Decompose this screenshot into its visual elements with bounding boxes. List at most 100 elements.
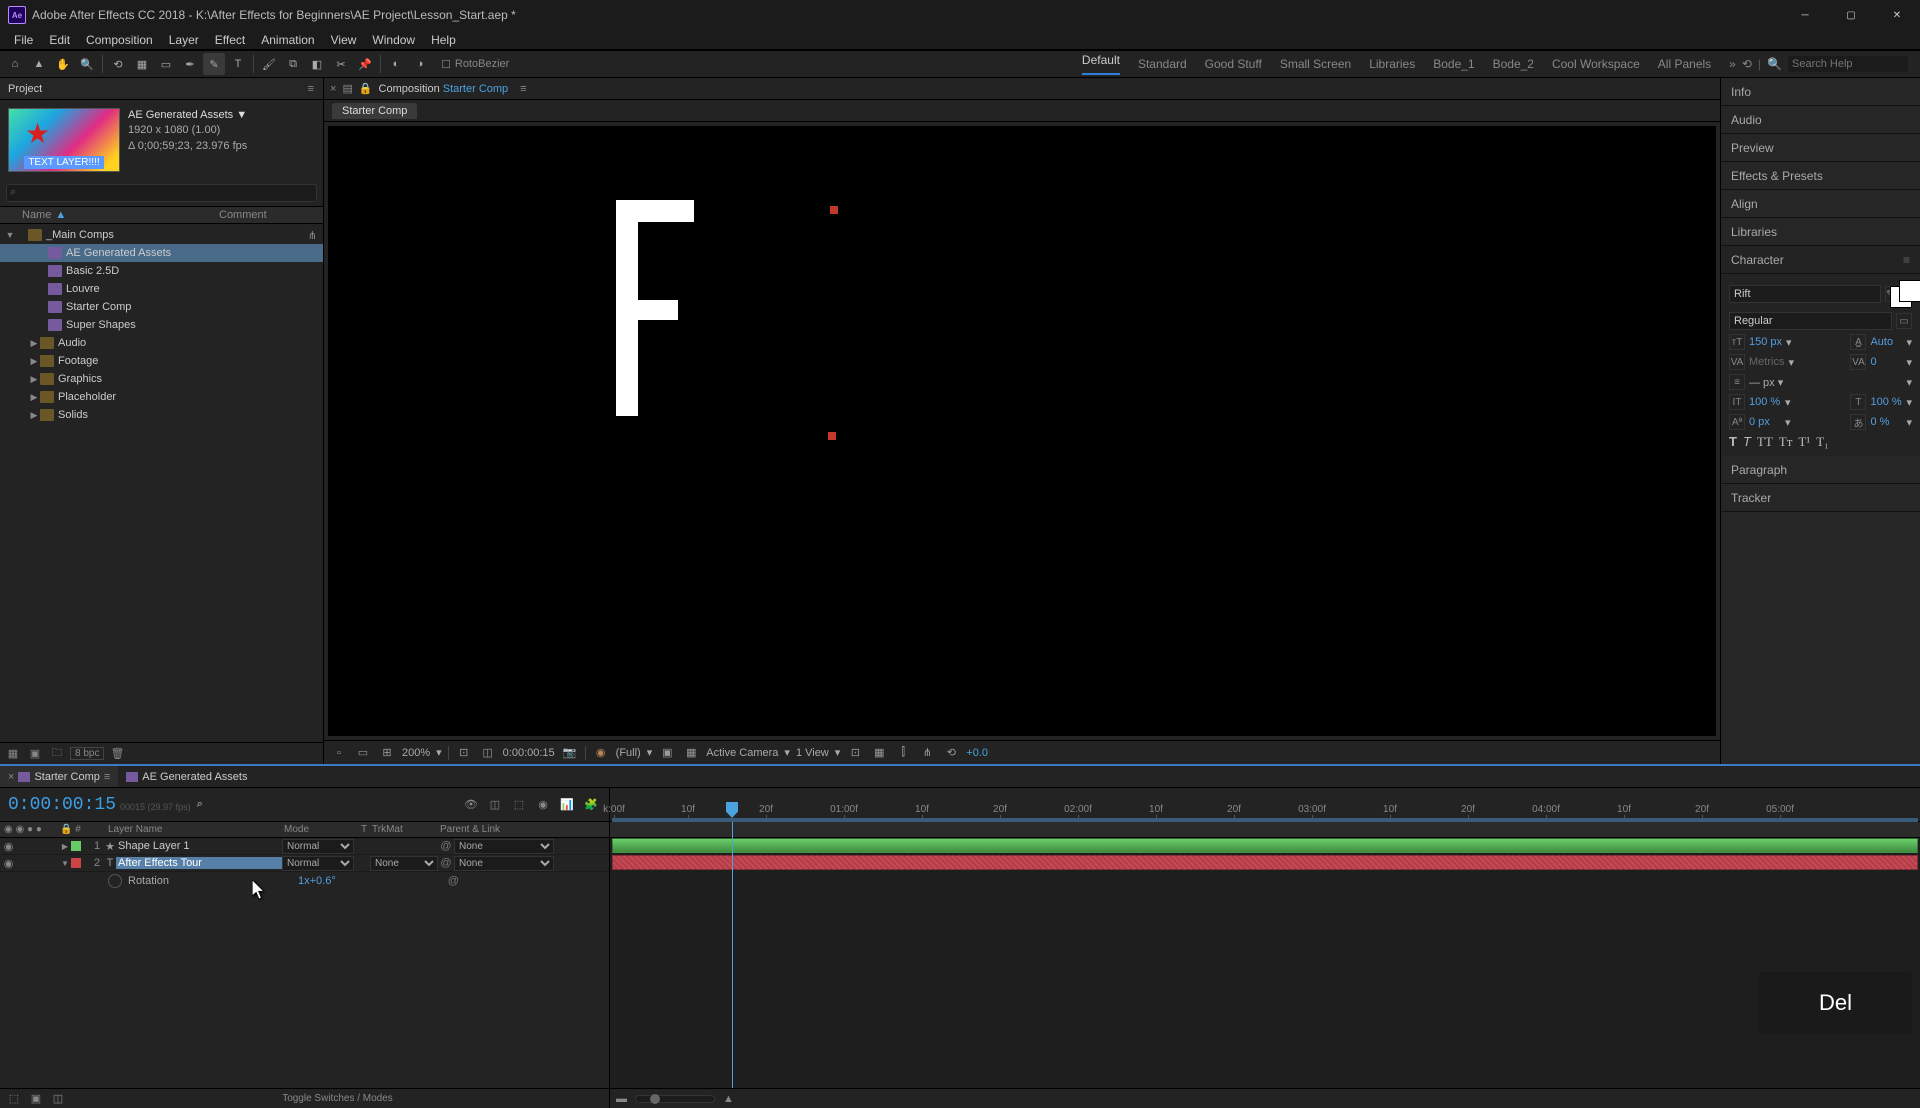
twirl-icon[interactable]: ▶ <box>60 842 70 851</box>
workspace-standard[interactable]: Standard <box>1138 57 1187 71</box>
panel-info[interactable]: Info <box>1721 78 1920 106</box>
menu-composition[interactable]: Composition <box>78 31 161 49</box>
font-style-input[interactable] <box>1729 312 1892 330</box>
shape-handle[interactable] <box>830 206 838 214</box>
modes-icon[interactable]: ◫ <box>50 1092 66 1106</box>
stopwatch-icon[interactable] <box>108 874 122 888</box>
roto-tool-icon[interactable]: ✂ <box>330 53 352 75</box>
brain-icon[interactable]: 🧩 <box>581 795 601 815</box>
panel-paragraph[interactable]: Paragraph <box>1721 456 1920 484</box>
flowchart-icon[interactable]: ⋔ <box>918 744 936 762</box>
shy-icon[interactable]: 👁 <box>461 795 481 815</box>
pickwhip-icon[interactable]: @ <box>438 857 454 869</box>
hscale-value[interactable]: 100 % <box>1870 396 1902 408</box>
chevron-down-icon[interactable]: ▾ <box>784 746 790 759</box>
smallcaps-button[interactable]: Tᴛ <box>1779 434 1793 450</box>
timeline-tab-starter[interactable]: × Starter Comp ≡ <box>0 766 118 787</box>
layer-name[interactable]: After Effects Tour <box>116 857 282 869</box>
twirl-icon[interactable]: ▼ <box>60 859 70 868</box>
comp-louvre[interactable]: Louvre <box>0 280 323 298</box>
resolution-icon[interactable]: ▭ <box>354 744 372 762</box>
puppet-tool-icon[interactable]: 📌 <box>354 53 376 75</box>
folder-graphics[interactable]: ▶Graphics <box>0 370 323 388</box>
delete-icon[interactable]: 🗑 <box>108 746 126 762</box>
folder-main-comps[interactable]: ▼ _Main Comps ⋔ <box>0 226 323 244</box>
header-parent[interactable]: Parent & Link <box>440 824 560 835</box>
layer-bar-1[interactable] <box>612 838 1918 853</box>
comp-supershapes[interactable]: Super Shapes <box>0 316 323 334</box>
panel-align[interactable]: Align <box>1721 190 1920 218</box>
mode-select[interactable]: Normal <box>282 839 354 854</box>
workspace-bode2[interactable]: Bode_2 <box>1493 57 1534 71</box>
menu-file[interactable]: File <box>6 31 41 49</box>
pan-behind-tool-icon[interactable]: ▦ <box>131 53 153 75</box>
composition-viewer[interactable] <box>328 126 1716 736</box>
zoom-value[interactable]: 200% <box>402 747 430 759</box>
menu-window[interactable]: Window <box>364 31 423 49</box>
workspace-reset-icon[interactable]: ⟲ <box>1742 57 1752 71</box>
workspace-allpanels[interactable]: All Panels <box>1658 57 1711 71</box>
panel-tracker[interactable]: Tracker <box>1721 484 1920 512</box>
subscript-button[interactable]: T₁ <box>1816 434 1828 450</box>
hand-tool-icon[interactable]: ✋ <box>52 53 74 75</box>
chevron-down-icon[interactable]: ▾ <box>835 746 841 759</box>
motion-blur-icon[interactable]: ◉ <box>533 795 553 815</box>
pickwhip-icon[interactable]: @ <box>448 875 459 887</box>
expand-icon[interactable]: ⬚ <box>6 1092 22 1106</box>
search-help-input[interactable] <box>1788 56 1908 72</box>
leading-value[interactable]: Auto <box>1870 336 1902 348</box>
timeline-icon[interactable]: ⫿ <box>894 744 912 762</box>
zoom-slider[interactable] <box>635 1095 715 1103</box>
panel-audio[interactable]: Audio <box>1721 106 1920 134</box>
mask-icon[interactable]: ◫ <box>479 744 497 762</box>
zoom-out-icon[interactable]: ▬ <box>616 1093 627 1105</box>
layer-color-chip[interactable] <box>71 841 81 851</box>
workspace-bode1[interactable]: Bode_1 <box>1433 57 1474 71</box>
selection-tool-icon[interactable]: ▲ <box>28 53 50 75</box>
pen-tool-active-icon[interactable]: ✎ <box>203 53 225 75</box>
project-panel-label[interactable]: Project <box>8 83 42 95</box>
layer-color-chip[interactable] <box>71 858 81 868</box>
close-icon[interactable]: × <box>8 771 14 783</box>
panel-effects-presets[interactable]: Effects & Presets <box>1721 162 1920 190</box>
render-icon[interactable]: ▣ <box>28 1092 44 1106</box>
toggle-switches-button[interactable]: Toggle Switches / Modes <box>72 1093 603 1104</box>
reset-exposure-icon[interactable]: ⟲ <box>942 744 960 762</box>
font-size-value[interactable]: 150 px <box>1749 336 1782 348</box>
orbit-tool-icon[interactable]: ⟲ <box>107 53 129 75</box>
header-mode[interactable]: Mode <box>284 824 356 835</box>
bold-button[interactable]: T <box>1729 434 1737 450</box>
mode-select[interactable]: Normal <box>282 856 354 871</box>
workspace-default[interactable]: Default <box>1082 53 1120 75</box>
clone-tool-icon[interactable]: ⧉ <box>282 53 304 75</box>
close-tab-icon[interactable]: × <box>330 83 336 95</box>
transparency-icon[interactable]: ▦ <box>682 744 700 762</box>
panel-preview[interactable]: Preview <box>1721 134 1920 162</box>
graph-editor-icon[interactable]: 📊 <box>557 795 577 815</box>
col-name[interactable]: Name <box>22 209 51 221</box>
layer-row-2[interactable]: ◉ ▼ 2 T After Effects Tour Normal None @… <box>0 855 609 872</box>
brush-tool-icon[interactable]: 🖌 <box>258 53 280 75</box>
comp-breadcrumb[interactable]: Starter Comp <box>332 103 417 119</box>
exposure-value[interactable]: +0.0 <box>966 747 988 759</box>
property-value[interactable]: 1x+0.6° <box>298 875 336 887</box>
lock-icon[interactable]: 🔒 <box>359 82 373 95</box>
flowchart-icon[interactable]: ⋔ <box>308 229 317 242</box>
layer-name[interactable]: Shape Layer 1 <box>116 840 282 852</box>
camera-dropdown[interactable]: Active Camera <box>706 747 778 759</box>
snapshot-icon[interactable]: 📷 <box>561 744 579 762</box>
magnify-icon[interactable]: ▫ <box>330 744 348 762</box>
comp-ae-generated[interactable]: AE Generated Assets <box>0 244 323 262</box>
superscript-button[interactable]: T¹ <box>1798 434 1810 450</box>
pickwhip-icon[interactable]: @ <box>438 840 454 852</box>
type-tool-icon[interactable]: T <box>227 53 249 75</box>
pen-tool-icon[interactable]: ✒ <box>179 53 201 75</box>
workspace-overflow-icon[interactable]: » <box>1729 57 1736 71</box>
grid-icon[interactable]: ⊞ <box>378 744 396 762</box>
roi-icon[interactable]: ▣ <box>658 744 676 762</box>
workspace-cool[interactable]: Cool Workspace <box>1552 57 1640 71</box>
parent-select[interactable]: None <box>454 856 554 871</box>
folder-solids[interactable]: ▶Solids <box>0 406 323 424</box>
views-dropdown[interactable]: 1 View <box>796 747 829 759</box>
menu-animation[interactable]: Animation <box>253 31 322 49</box>
